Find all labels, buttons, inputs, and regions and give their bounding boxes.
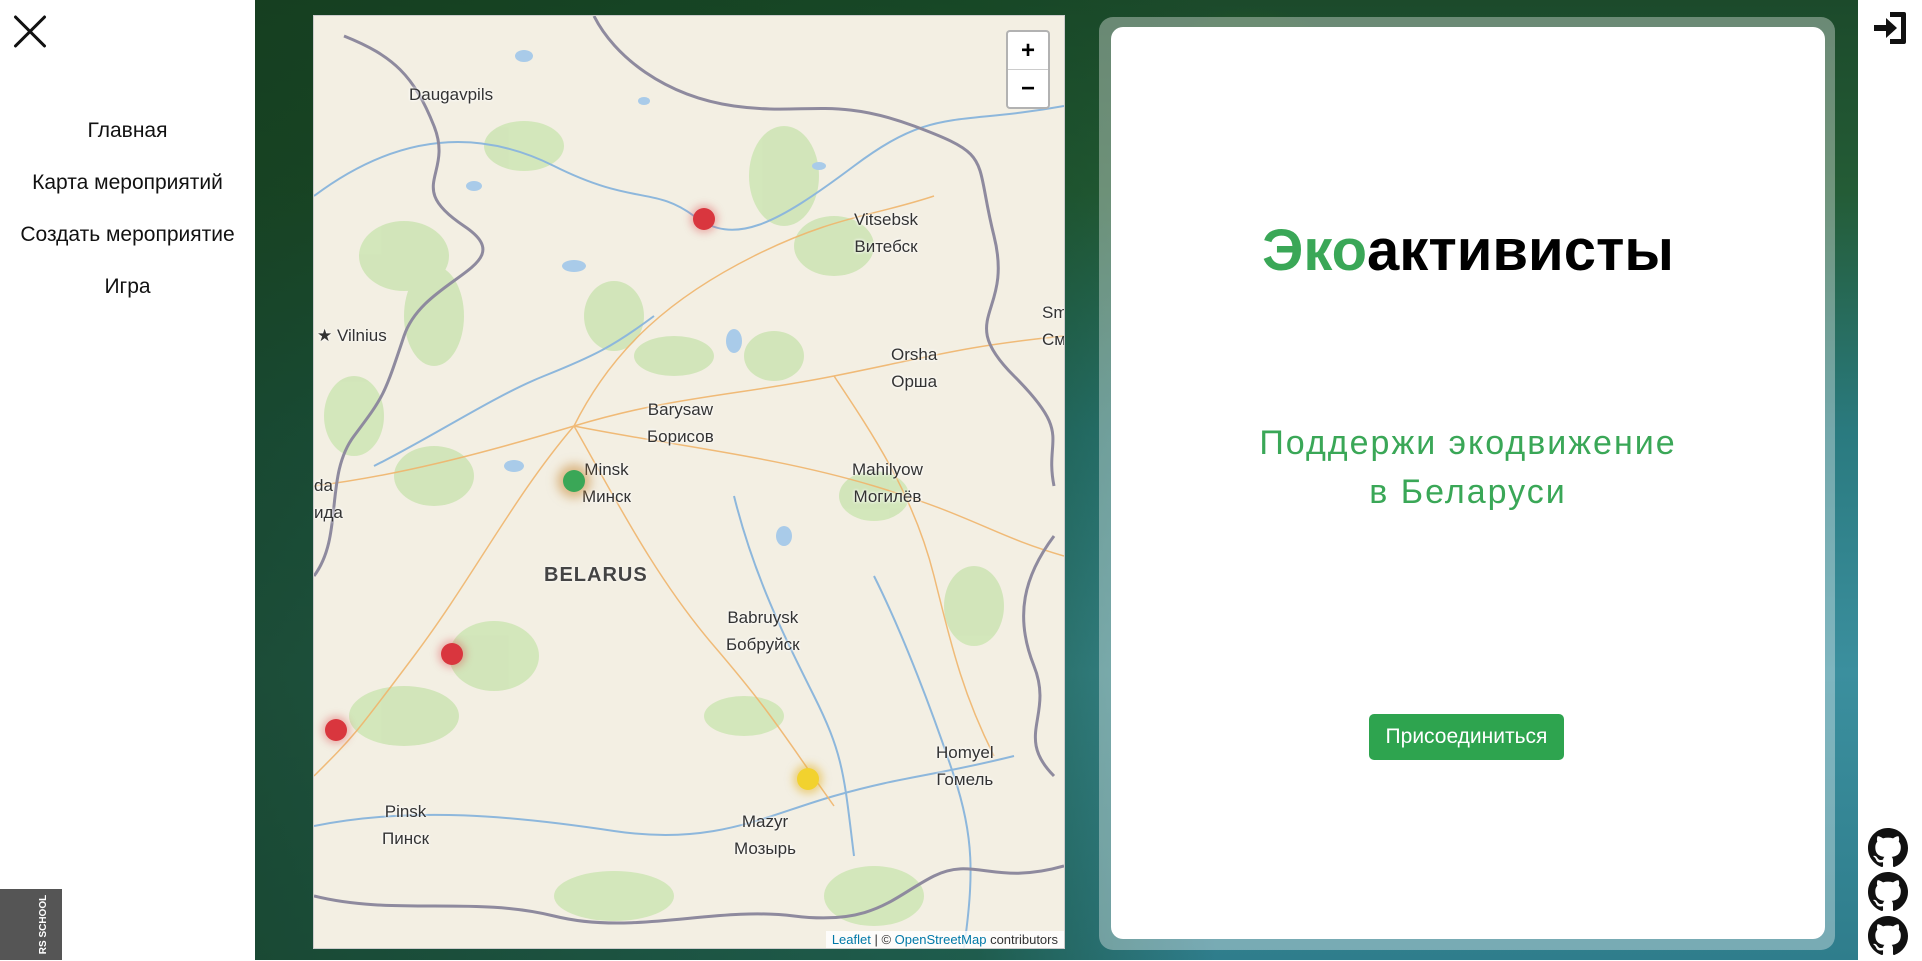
close-menu-icon[interactable] bbox=[10, 12, 50, 52]
event-marker-red[interactable] bbox=[441, 643, 463, 665]
nav-item-home[interactable]: Главная bbox=[0, 105, 255, 157]
city-label: ★ Vilnius bbox=[317, 326, 387, 345]
github-icon[interactable] bbox=[1868, 828, 1908, 868]
join-button[interactable]: Присоединиться bbox=[1369, 714, 1564, 760]
zoom-control: + − bbox=[1006, 30, 1050, 109]
sign-in-icon[interactable] bbox=[1870, 8, 1910, 53]
github-icon[interactable] bbox=[1868, 872, 1908, 912]
nav-item-events-map[interactable]: Карта мероприятий bbox=[0, 157, 255, 209]
github-icon[interactable] bbox=[1868, 916, 1908, 956]
events-map[interactable]: Daugavpils Vitsebsk Витебск ★ Vilnius Ors… bbox=[313, 15, 1065, 949]
event-marker-green[interactable] bbox=[563, 470, 585, 492]
nav-item-game[interactable]: Игра bbox=[0, 261, 255, 313]
sidebar: Главная Карта мероприятий Создать меропр… bbox=[0, 0, 255, 960]
event-marker-red[interactable] bbox=[325, 719, 347, 741]
zoom-in-button[interactable]: + bbox=[1008, 32, 1048, 69]
city-label: Pinsk Пинск bbox=[382, 802, 430, 848]
city-label: Daugavpils bbox=[409, 85, 494, 104]
city-label: Orsha Орша bbox=[891, 345, 938, 391]
event-marker-red[interactable] bbox=[693, 208, 715, 230]
page-title: Экоактивисты bbox=[1262, 218, 1674, 283]
nav-item-create-event[interactable]: Создать мероприятие bbox=[0, 209, 255, 261]
leaflet-link[interactable]: Leaflet bbox=[832, 932, 871, 947]
event-marker-yellow[interactable] bbox=[797, 768, 819, 790]
city-label: Mazyr Мозырь bbox=[734, 812, 796, 858]
osm-link[interactable]: OpenStreetMap bbox=[895, 932, 987, 947]
sidebar-nav: Главная Карта мероприятий Создать меропр… bbox=[0, 105, 255, 313]
zoom-out-button[interactable]: − bbox=[1008, 69, 1048, 107]
city-label: Minsk Минск bbox=[582, 460, 631, 506]
right-toolbar bbox=[1858, 0, 1922, 960]
rs-school-logo[interactable]: RS SCHOOL bbox=[0, 889, 62, 960]
city-label: Mahilyow Могилёв bbox=[852, 460, 923, 506]
city-label: da ида bbox=[314, 476, 343, 522]
city-label: Vitsebsk Витебск bbox=[854, 210, 918, 256]
city-label: Babruysk Бобруйск bbox=[726, 608, 800, 654]
country-label: BELARUS bbox=[544, 564, 648, 586]
city-label: Homyel Гомель bbox=[936, 743, 994, 789]
city-label: Barysaw Борисов bbox=[647, 400, 714, 446]
hero-subtitle: Поддержи экодвижение в Беларуси bbox=[1259, 424, 1677, 511]
hero-panel: Экоактивисты Поддержи экодвижение в Белар… bbox=[1111, 27, 1825, 939]
map-attribution: Leaflet | © OpenStreetMap contributors bbox=[825, 931, 1064, 948]
city-label: Sm См bbox=[1042, 303, 1065, 349]
